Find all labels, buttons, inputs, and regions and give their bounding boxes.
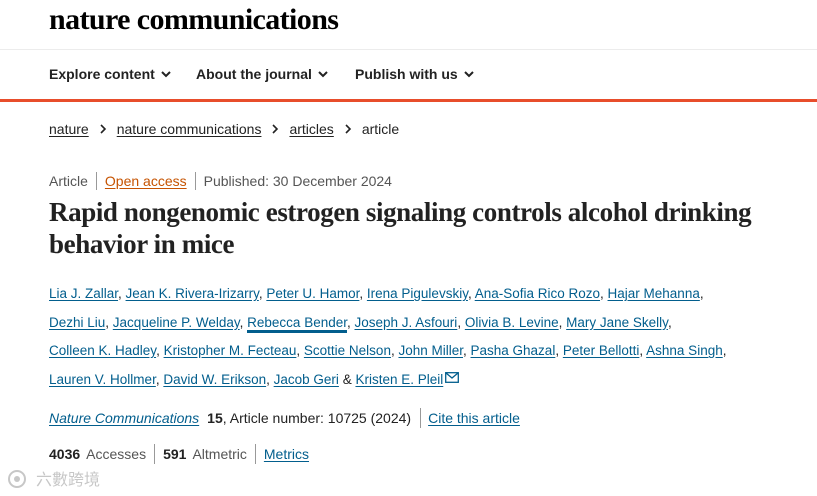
accesses-label: Accesses: [86, 446, 147, 462]
open-access-link[interactable]: Open access: [105, 173, 187, 189]
author-link[interactable]: Lia J. Zallar: [49, 286, 118, 301]
author-link[interactable]: Hajar Mehanna: [608, 286, 700, 301]
chevron-right-icon: [272, 124, 279, 134]
author-link-corresponding[interactable]: Kristen E. Pleil: [355, 372, 443, 387]
author-conjunction: &: [342, 371, 352, 387]
metrics-divider: [154, 444, 156, 464]
watermark: 六數跨境: [6, 467, 116, 496]
volume: 15: [207, 410, 223, 426]
author-link[interactable]: Colleen K. Hadley: [49, 343, 156, 358]
article-meta: Article Open access Published: 30 Decemb…: [49, 172, 392, 190]
author-link[interactable]: Lauren V. Hollmer: [49, 372, 156, 387]
header-divider: [0, 99, 817, 102]
author-link[interactable]: Scottie Nelson: [304, 343, 391, 358]
author-list: Lia J. Zallar, Jean K. Rivera-Irizarry, …: [49, 286, 727, 387]
altmetric-count: 591: [163, 446, 187, 462]
author-link[interactable]: Pasha Ghazal: [471, 343, 556, 358]
breadcrumb-nature[interactable]: nature: [49, 121, 89, 137]
author-link[interactable]: Jacqueline P. Welday: [113, 315, 240, 330]
author-link-focused[interactable]: Rebecca Bender: [247, 314, 347, 333]
chevron-down-icon: [318, 71, 328, 78]
metrics-link[interactable]: Metrics: [264, 446, 309, 462]
nav-publish-with-us[interactable]: Publish with us: [355, 66, 475, 82]
main-nav: Explore content About the journal Publis…: [0, 50, 817, 99]
chevron-right-icon: [345, 124, 351, 134]
chevron-right-icon: [100, 124, 106, 134]
author-link[interactable]: Dezhi Liu: [49, 315, 105, 330]
metrics-divider: [254, 444, 256, 464]
author-link[interactable]: Ashna Singh: [646, 343, 723, 358]
author-link[interactable]: Jean K. Rivera-Irizarry: [126, 286, 259, 301]
breadcrumb: nature nature communications articles ar…: [49, 121, 399, 137]
chevron-down-icon: [161, 71, 171, 78]
journal-link[interactable]: Nature Communications: [49, 410, 199, 426]
article-type: Article: [49, 173, 88, 189]
site-header: nature communications: [0, 0, 817, 50]
meta-divider: [194, 172, 196, 190]
breadcrumb-nature-communications[interactable]: nature communications: [117, 121, 262, 137]
author-link[interactable]: Irena Pigulevskiy: [367, 286, 468, 301]
nav-about-journal-label: About the journal: [196, 66, 312, 82]
nav-publish-with-us-label: Publish with us: [355, 66, 458, 82]
article-number: , Article number: 10725 (2024): [222, 410, 412, 426]
author-link[interactable]: Olivia B. Levine: [465, 315, 559, 330]
site-logo[interactable]: nature communications: [49, 3, 339, 37]
nav-explore-content[interactable]: Explore content: [49, 66, 172, 82]
watermark-text: 六數跨境: [36, 470, 100, 489]
breadcrumb-articles[interactable]: articles: [289, 121, 333, 137]
author-link[interactable]: Mary Jane Skelly: [566, 315, 668, 330]
citation-divider: [420, 408, 422, 428]
watermark-logo-icon: 六數跨境: [8, 470, 100, 489]
author-link[interactable]: Kristopher M. Fecteau: [164, 343, 297, 358]
author-link[interactable]: David W. Erikson: [163, 372, 266, 387]
author-link[interactable]: Ana-Sofia Rico Rozo: [475, 286, 600, 301]
nav-about-journal[interactable]: About the journal: [196, 66, 329, 82]
nav-explore-content-label: Explore content: [49, 66, 155, 82]
author-link[interactable]: Peter U. Hamor: [266, 286, 359, 301]
mail-icon[interactable]: [445, 371, 460, 383]
author-link[interactable]: John Miller: [398, 343, 463, 358]
accesses-count: 4036: [49, 446, 81, 462]
author-link[interactable]: Peter Bellotti: [563, 343, 640, 358]
cite-article-link[interactable]: Cite this article: [428, 410, 520, 426]
article-metrics: 4036 Accesses 591 Altmetric Metrics: [49, 444, 309, 464]
article-title: Rapid nongenomic estrogen signaling cont…: [49, 197, 752, 259]
chevron-down-icon: [463, 71, 474, 78]
published-date: Published: 30 December 2024: [203, 173, 392, 189]
author-link[interactable]: Joseph J. Asfouri: [355, 315, 458, 330]
citation-line: Nature Communications 15 , Article numbe…: [49, 408, 520, 428]
altmetric-label: Altmetric: [192, 446, 247, 462]
author-link[interactable]: Jacob Geri: [274, 372, 339, 387]
meta-divider: [95, 172, 97, 190]
breadcrumb-current: article: [361, 121, 400, 137]
